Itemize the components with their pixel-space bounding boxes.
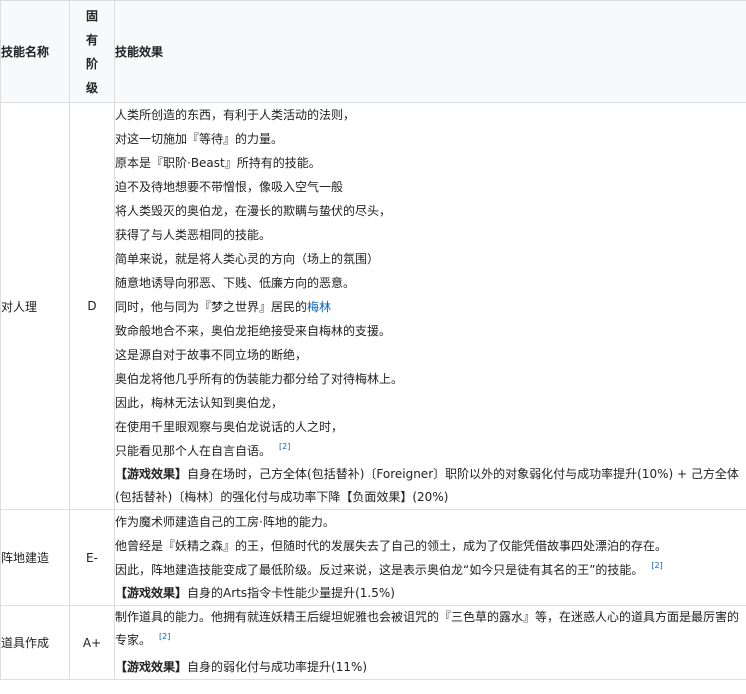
effect-text: 制作道具的能力。他拥有就连妖精王后缇坦妮雅也会被诅咒的『三色草的露水』等，在迷惑… — [115, 610, 740, 647]
effect-line: 人类所创造的东西，有利于人类活动的法则， — [115, 108, 356, 122]
game-effect: 【游戏效果】自身的Arts指令卡性能少量提升(1.5%) — [115, 582, 746, 605]
effect-line: 只能看见那个人在自言自语。 [2] — [115, 439, 746, 463]
skill-rank: A+ — [69, 605, 115, 680]
effect-line: 将人类毁灭的奥伯龙，在漫长的欺瞒与蛰伏的尽头， — [115, 204, 392, 218]
skill-rank: D — [69, 102, 115, 510]
header-rank: 固 有 阶 级 — [69, 0, 115, 103]
skill-name: 道具作成 — [0, 605, 70, 680]
skills-table: 技能名称 固 有 阶 级 技能效果 对人理 D 人类所创造的东西，有利于人类活动… — [0, 0, 746, 680]
header-skill-name: 技能名称 — [0, 0, 70, 103]
skill-effect: 人类所创造的东西，有利于人类活动的法则， 对这一切施加『等待』的力量。 原本是『… — [114, 102, 746, 510]
effect-line: 对这一切施加『等待』的力量。 — [115, 132, 284, 146]
game-effect-tag: 【游戏效果】 — [115, 467, 188, 481]
header-rank-char: 固 — [85, 8, 98, 23]
effect-line: 他曾经是『妖精之森』的王，但随时代的发展失去了自己的领土，成为了仅能凭借故事四处… — [115, 539, 668, 553]
skill-effect: 制作道具的能力。他拥有就连妖精王后缇坦妮雅也会被诅咒的『三色草的露水』等，在迷惑… — [114, 605, 746, 680]
effect-line: 迫不及待地想要不带憎恨，像吸入空气一般 — [115, 180, 344, 194]
reference-link[interactable]: [2] — [279, 442, 290, 451]
effect-line: 制作道具的能力。他拥有就连妖精王后缇坦妮雅也会被诅咒的『三色草的露水』等，在迷惑… — [115, 606, 746, 652]
effect-text: 同时，他与同为『梦之世界』居民的 — [115, 300, 308, 314]
effect-line: 在使用千里眼观察与奥伯龙说话的人之时， — [115, 420, 344, 434]
header-skill-effect: 技能效果 — [114, 0, 746, 103]
effect-line: 作为魔术师建造自己的工房·阵地的能力。 — [115, 515, 335, 529]
header-rank-char: 有 — [85, 32, 98, 47]
merlin-link[interactable]: 梅林 — [307, 300, 331, 314]
effect-line: 这是源自对于故事不同立场的断绝， — [115, 348, 308, 362]
effect-line: 简单来说，就是将人类心灵的方向（场上的氛围） — [115, 252, 380, 266]
effect-text: 因此，阵地建造技能变成了最低阶级。反过来说，这是表示奥伯龙“如今只是徒有其名的王… — [115, 563, 644, 577]
game-effect-tag: 【游戏效果】 — [115, 586, 188, 600]
header-rank-char: 级 — [85, 80, 98, 95]
game-effect-tag: 【游戏效果】 — [115, 660, 188, 674]
effect-line: 因此，阵地建造技能变成了最低阶级。反过来说，这是表示奥伯龙“如今只是徒有其名的王… — [115, 558, 746, 582]
game-effect-text: 自身的Arts指令卡性能少量提升(1.5%) — [187, 586, 395, 600]
table-row: 阵地建造 E- 作为魔术师建造自己的工房·阵地的能力。 他曾经是『妖精之森』的王… — [0, 509, 746, 606]
header-row: 技能名称 固 有 阶 级 技能效果 — [0, 0, 746, 103]
table-row: 对人理 D 人类所创造的东西，有利于人类活动的法则， 对这一切施加『等待』的力量… — [0, 102, 746, 510]
skill-name: 阵地建造 — [0, 509, 70, 606]
effect-line: 奥伯龙将他几乎所有的伪装能力都分给了对待梅林上。 — [115, 372, 404, 386]
reference-link[interactable]: [2] — [651, 561, 662, 570]
skill-name: 对人理 — [0, 102, 70, 510]
game-effect: 【游戏效果】自身的弱化付与成功率提升(11%) — [115, 656, 746, 679]
skill-rank: E- — [69, 509, 115, 606]
reference-link[interactable]: [2] — [159, 632, 170, 641]
effect-line: 随意地诱导向邪恶、下贱、低廉方向的恶意。 — [115, 276, 356, 290]
effect-line: 同时，他与同为『梦之世界』居民的梅林 — [115, 295, 746, 319]
skill-effect: 作为魔术师建造自己的工房·阵地的能力。 他曾经是『妖精之森』的王，但随时代的发展… — [114, 509, 746, 606]
effect-line: 获得了与人类恶相同的技能。 — [115, 228, 272, 242]
game-effect-text: 自身的弱化付与成功率提升(11%) — [187, 660, 368, 674]
effect-line: 因此，梅林无法认知到奥伯龙， — [115, 396, 284, 410]
effect-line: 致命般地合不来，奥伯龙拒绝接受来自梅林的支援。 — [115, 324, 392, 338]
effect-line: 原本是『职阶·Beast』所持有的技能。 — [115, 156, 321, 170]
effect-text: 只能看见那个人在自言自语。 — [115, 444, 272, 458]
table-row: 道具作成 A+ 制作道具的能力。他拥有就连妖精王后缇坦妮雅也会被诅咒的『三色草的… — [0, 605, 746, 680]
header-rank-char: 阶 — [85, 56, 98, 71]
game-effect-text: 自身在场时，己方全体(包括替补)〔Foreigner〕职阶以外的对象弱化付与成功… — [115, 467, 739, 504]
game-effect: 【游戏效果】自身在场时，己方全体(包括替补)〔Foreigner〕职阶以外的对象… — [115, 463, 746, 509]
